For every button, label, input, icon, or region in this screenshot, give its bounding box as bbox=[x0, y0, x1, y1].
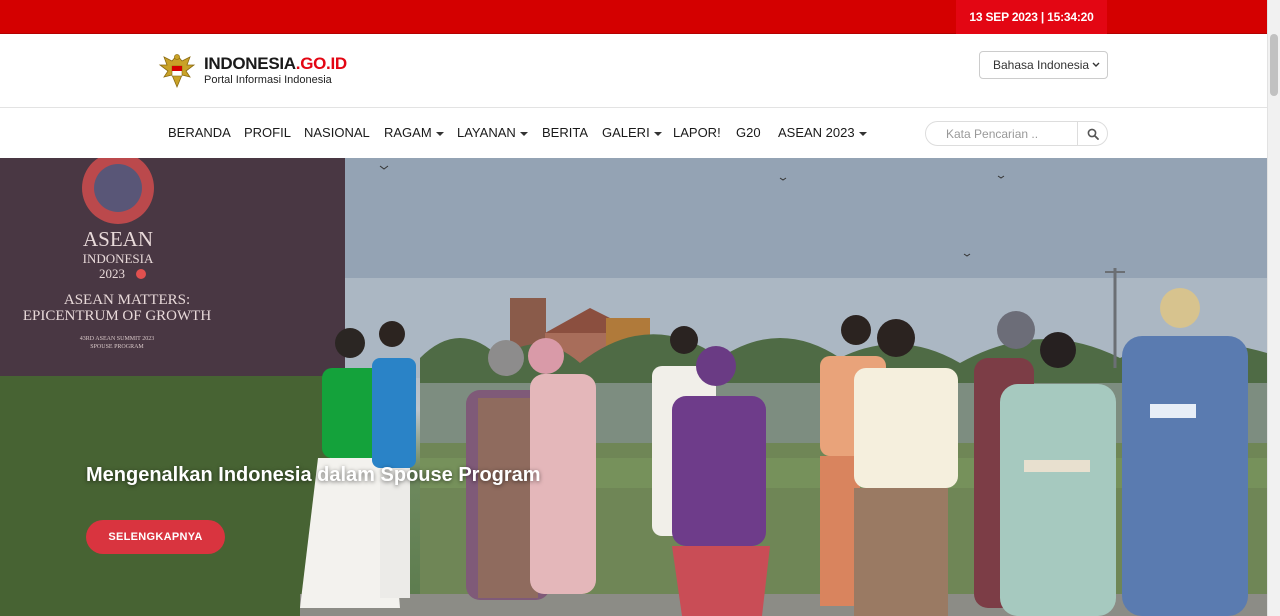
nav-label: ASEAN 2023 bbox=[778, 125, 855, 140]
caret-down-icon bbox=[435, 131, 444, 136]
nav-label: LAYANAN bbox=[457, 125, 516, 140]
hero-slider: ASEAN INDONESIA 2023 ASEAN MATTERS: EPIC… bbox=[0, 158, 1267, 616]
nav-item-beranda[interactable]: BERANDA bbox=[168, 125, 231, 140]
banner-line-6: 43RD ASEAN SUMMIT 2023 bbox=[80, 336, 154, 342]
search-icon bbox=[1087, 128, 1099, 140]
banner-line-1: ASEAN bbox=[83, 227, 153, 251]
nav-item-g20[interactable]: G20 bbox=[736, 125, 761, 140]
nav-label: BERANDA bbox=[168, 125, 231, 140]
brand-accent: .GO.ID bbox=[295, 54, 347, 73]
read-more-button[interactable]: SELENGKAPNYA bbox=[86, 520, 225, 554]
nav-label: G20 bbox=[736, 125, 761, 140]
hero-title: Mengenalkan Indonesia dalam Spouse Progr… bbox=[86, 464, 541, 486]
banner-line-4: ASEAN MATTERS: bbox=[64, 292, 190, 308]
banner-line-5: EPICENTRUM OF GROWTH bbox=[23, 308, 212, 324]
chevron-down-icon bbox=[1091, 52, 1101, 89]
banner-line-3: 2023 bbox=[99, 266, 125, 281]
nav-item-layanan[interactable]: LAYANAN bbox=[457, 125, 528, 140]
nav-item-asean-2023[interactable]: ASEAN 2023 bbox=[778, 125, 867, 140]
banner-line-2: INDONESIA bbox=[83, 251, 154, 266]
brand-subtitle: Portal Informasi Indonesia bbox=[204, 74, 332, 86]
nav-label: RAGAM bbox=[384, 125, 432, 140]
search-button[interactable] bbox=[1077, 122, 1107, 145]
brand-title[interactable]: INDONESIA.GO.ID bbox=[204, 54, 347, 74]
nav-item-nasional[interactable]: NASIONAL bbox=[304, 125, 370, 140]
scrollbar-thumb[interactable] bbox=[1270, 34, 1278, 96]
brand-main: INDONESIA bbox=[204, 54, 296, 73]
language-selected: Bahasa Indonesia bbox=[993, 58, 1090, 72]
nav-item-lapor[interactable]: LAPOR! bbox=[673, 125, 721, 140]
caret-down-icon bbox=[519, 131, 528, 136]
nav-label: LAPOR! bbox=[673, 125, 721, 140]
page-scrollbar[interactable] bbox=[1267, 0, 1280, 616]
current-datetime: 13 SEP 2023 | 15:34:20 bbox=[956, 0, 1107, 34]
nav-item-ragam[interactable]: RAGAM bbox=[384, 125, 444, 140]
garuda-emblem-icon[interactable] bbox=[158, 51, 196, 91]
caret-down-icon bbox=[858, 131, 867, 136]
nav-item-berita[interactable]: BERITA bbox=[542, 125, 588, 140]
nav-label: NASIONAL bbox=[304, 125, 370, 140]
nav-item-profil[interactable]: PROFIL bbox=[244, 125, 291, 140]
nav-label: GALERI bbox=[602, 125, 650, 140]
main-nav: BERANDA PROFIL NASIONAL RAGAM LAYANAN BE… bbox=[0, 108, 1267, 158]
nav-label: BERITA bbox=[542, 125, 588, 140]
nav-item-galeri[interactable]: GALERI bbox=[602, 125, 662, 140]
search-box bbox=[925, 121, 1108, 146]
language-select[interactable]: Bahasa Indonesia bbox=[979, 51, 1108, 79]
search-input[interactable] bbox=[926, 122, 1078, 145]
banner-line-7: SPOUSE PROGRAM bbox=[90, 344, 144, 350]
top-bar: 13 SEP 2023 | 15:34:20 bbox=[0, 0, 1280, 34]
site-header: INDONESIA.GO.ID Portal Informasi Indones… bbox=[0, 34, 1267, 108]
nav-label: PROFIL bbox=[244, 125, 291, 140]
caret-down-icon bbox=[653, 131, 662, 136]
